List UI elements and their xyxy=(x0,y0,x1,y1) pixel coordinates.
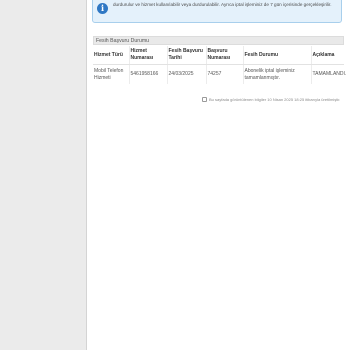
column-header-description: Açıklama xyxy=(311,46,344,65)
footnote-text: Bu sayfada görüntülenen bilgiler 10 Nisa… xyxy=(209,97,341,102)
main-content: i Abonelik iptal başvurunuzu aldık. Kesi… xyxy=(88,0,350,350)
cell-status: Abonelik iptal işleminiz tamamlanmıştır. xyxy=(243,64,312,84)
cell-description: TAMAMLANDI. xyxy=(312,71,347,77)
application-status-table: Hizmet Türü Hizmet Numarası Fesih Başvur… xyxy=(93,46,347,84)
cell-service-number: 5461958166 xyxy=(129,64,168,84)
generated-info-footnote: Bu sayfada görüntülenen bilgiler 10 Nisa… xyxy=(202,97,347,103)
sidebar xyxy=(0,0,87,350)
info-message: Abonelik iptal başvurunuzu aldık. Kesint… xyxy=(113,2,332,8)
column-header-application-number: Başvuru Numarası xyxy=(206,46,244,65)
cell-application-number: 74257 xyxy=(206,64,244,84)
column-header-service-number: Hizmet Numarası xyxy=(129,46,168,65)
info-icon: i xyxy=(97,3,108,14)
table-row: Mobil Telefon Hizmeti 5461958166 24/03/2… xyxy=(93,64,347,84)
cell-application-date: 24/03/2025 xyxy=(167,64,207,84)
column-header-service-type: Hizmet Türü xyxy=(93,46,130,65)
column-header-status: Fesih Durumu xyxy=(243,46,312,65)
cell-service-type: Mobil Telefon Hizmeti xyxy=(93,64,130,84)
column-header-application-date: Fesih Başvuru Tarihi xyxy=(167,46,207,65)
document-icon xyxy=(202,97,207,102)
panel-title: Fesih Başvuru Durumu xyxy=(93,36,344,45)
info-alert: i Abonelik iptal başvurunuzu aldık. Kesi… xyxy=(92,0,342,23)
table-header-row: Hizmet Türü Hizmet Numarası Fesih Başvur… xyxy=(93,46,344,65)
